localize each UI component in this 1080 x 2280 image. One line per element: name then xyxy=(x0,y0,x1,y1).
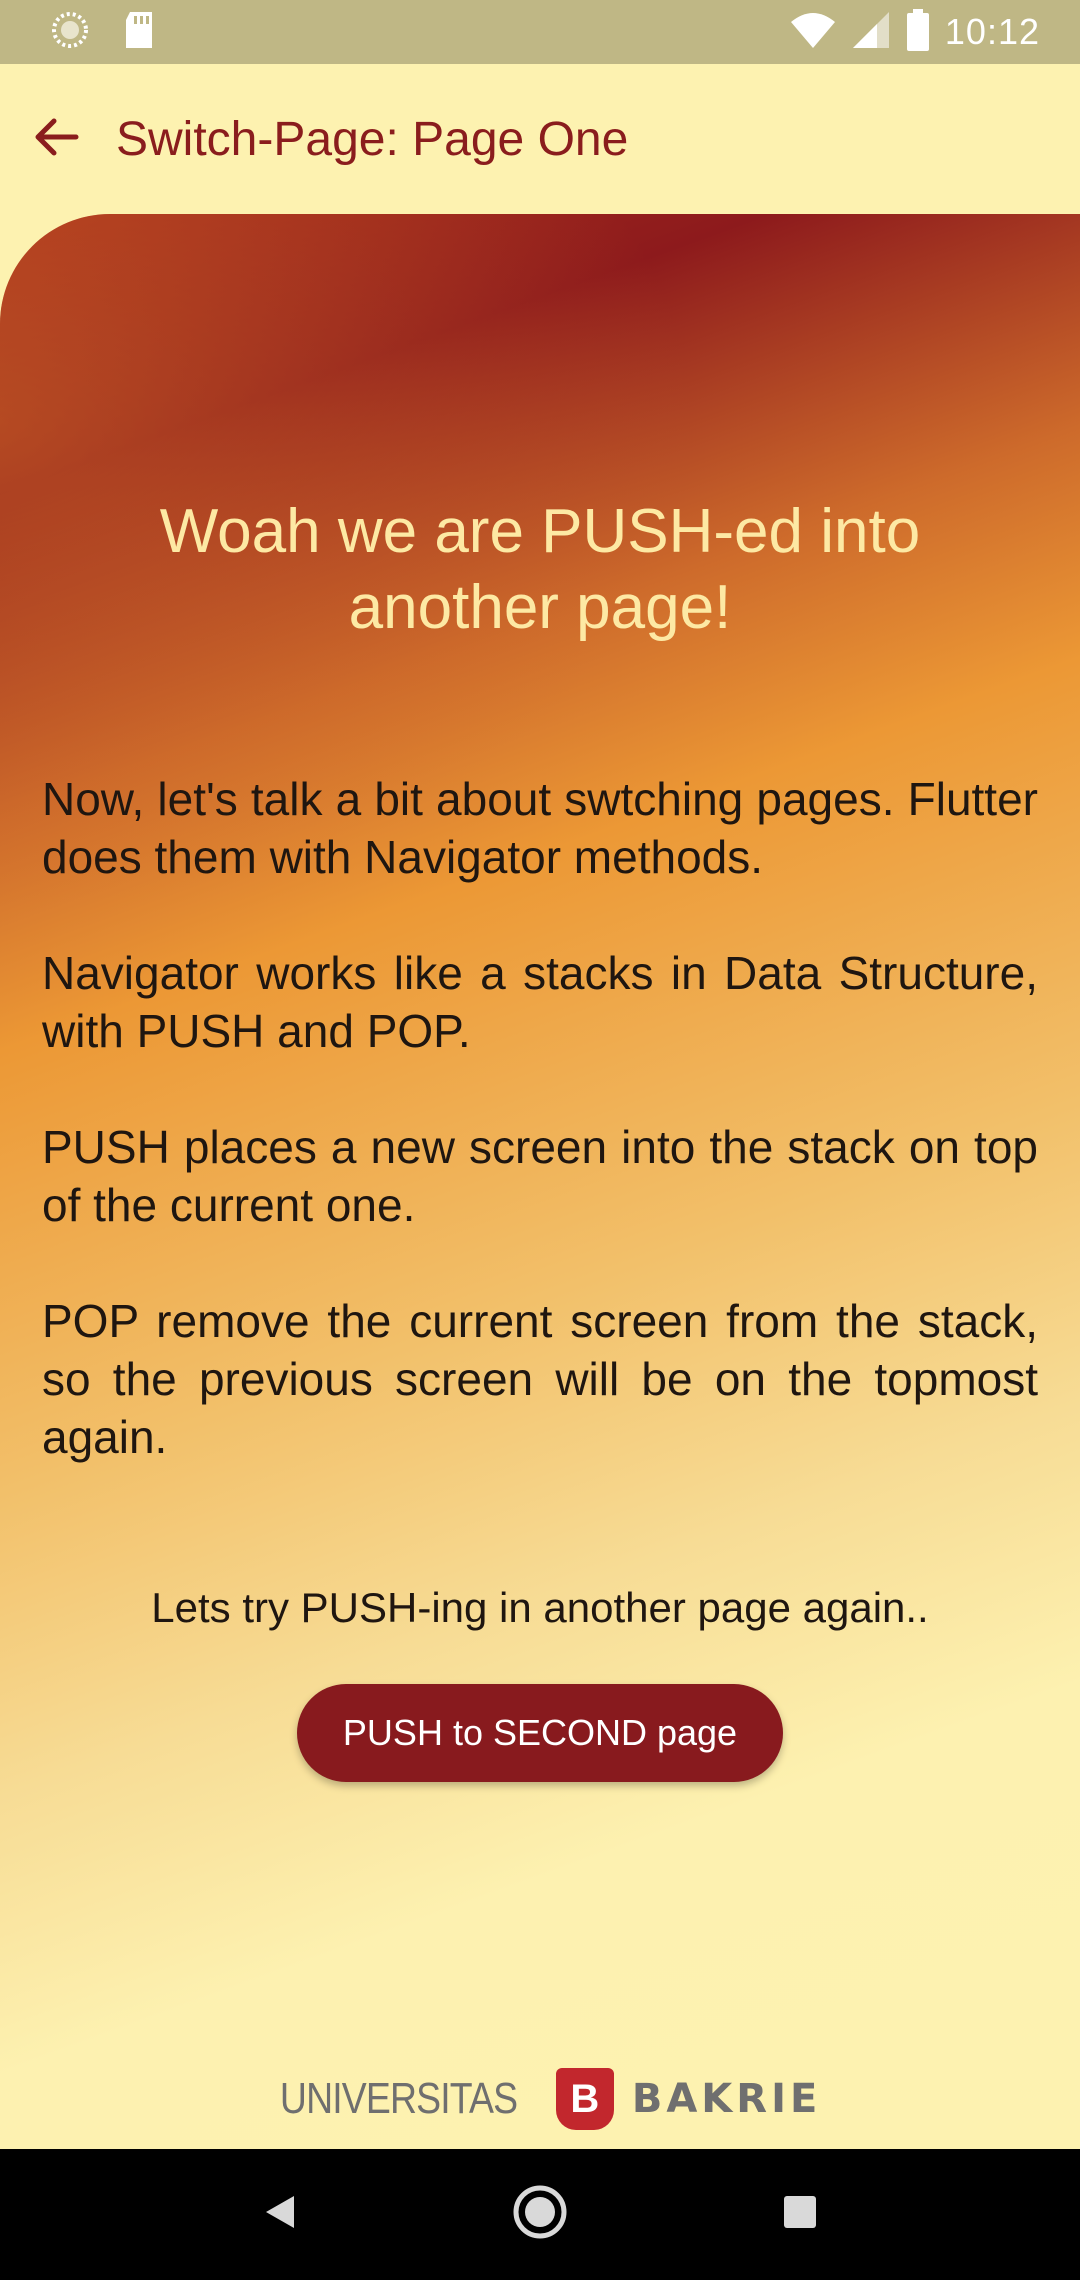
status-left-icons xyxy=(50,10,156,55)
wifi-icon xyxy=(789,10,837,55)
headline-line-2: another page! xyxy=(348,573,732,642)
explanation-text: Now, let's talk a bit about swtching pag… xyxy=(42,770,1038,1524)
arrow-back-icon xyxy=(32,113,80,166)
status-right-icons: 10:12 xyxy=(789,8,1040,56)
content-panel: Woah we are PUSH-ed into another page! N… xyxy=(0,214,1080,2149)
paragraph-pop: POP remove the current screen from the s… xyxy=(42,1295,1038,1463)
back-button[interactable] xyxy=(28,111,84,167)
home-circle-icon xyxy=(512,2184,568,2245)
logo-text-bakrie: BAKRIE xyxy=(631,2076,822,2122)
sync-icon xyxy=(50,10,90,55)
back-triangle-icon xyxy=(260,2192,300,2237)
nav-home-button[interactable] xyxy=(500,2175,580,2255)
push-to-second-page-button[interactable]: PUSH to SECOND page xyxy=(297,1684,783,1782)
try-push-text: Lets try PUSH-ing in another page again.… xyxy=(151,1584,929,1631)
nav-recents-button[interactable] xyxy=(760,2175,840,2255)
app-bar: Switch-Page: Page One xyxy=(0,64,1080,214)
sd-card-icon xyxy=(122,10,156,55)
system-nav-bar xyxy=(0,2149,1080,2280)
paragraph-push: PUSH places a new screen into the stack … xyxy=(42,1121,1038,1231)
status-time: 10:12 xyxy=(944,11,1040,52)
battery-icon xyxy=(905,8,931,56)
logo-text-universitas: UNIVERSITAS xyxy=(279,2074,518,2123)
paragraph-navigator-stacks: Navigator works like a stacks in Data St… xyxy=(42,947,1038,1057)
logo-mark-icon: B xyxy=(555,2068,614,2130)
app-bar-title: Switch-Page: Page One xyxy=(116,112,629,166)
signal-icon xyxy=(851,10,891,55)
nav-back-button[interactable] xyxy=(240,2175,320,2255)
screen: 10:12 Woah we are PUSH-ed into another p… xyxy=(0,0,1080,2280)
status-bar: 10:12 xyxy=(0,0,1080,64)
page-headline: Woah we are PUSH-ed into another page! xyxy=(0,494,1080,646)
paragraph-switching-pages: Now, let's talk a bit about swtching pag… xyxy=(42,773,1038,883)
recents-square-icon xyxy=(782,2194,818,2235)
university-logo: UNIVERSITAS B BAKRIE xyxy=(0,2064,1080,2134)
headline-line-1: Woah we are PUSH-ed into xyxy=(159,497,921,566)
